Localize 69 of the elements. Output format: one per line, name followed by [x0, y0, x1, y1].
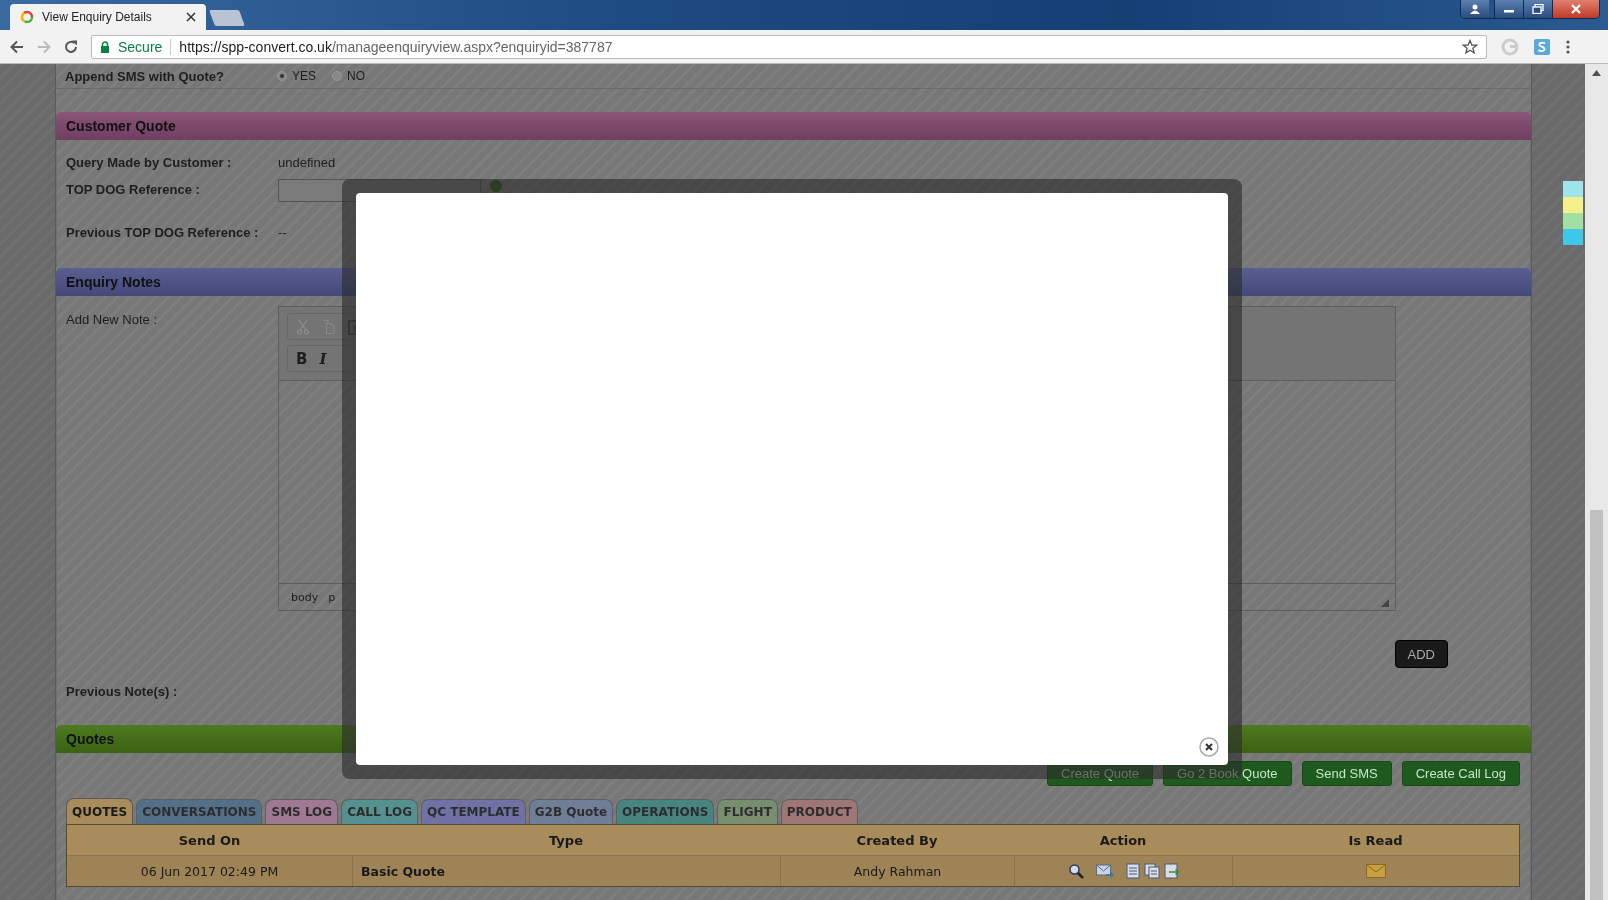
close-button[interactable]	[1552, 0, 1599, 18]
tab[interactable]: CONVERSATIONS	[136, 799, 263, 824]
tab[interactable]: OPERATIONS	[616, 799, 715, 824]
address-bar[interactable]: Secure https://spp-convert.co.uk/manageenquiryview.aspx?enquiryid=387787	[91, 34, 1487, 59]
radio-label[interactable]: NO	[347, 69, 365, 83]
field-label: TOP DOG Reference :	[66, 182, 201, 197]
tab[interactable]: CALL LOG	[341, 799, 418, 824]
search-icon[interactable]	[1067, 863, 1084, 879]
secure-label: Secure	[118, 38, 163, 55]
section-title: Quotes	[66, 731, 115, 747]
add-button[interactable]: ADD	[1394, 640, 1448, 668]
table-cell-text: 06 Jun 2017 02:49 PM	[139, 862, 280, 881]
ring-icon	[20, 10, 34, 24]
action-button[interactable]: Send SMS	[1301, 761, 1392, 786]
browser-tab[interactable]: View Enquiry Details	[10, 4, 206, 30]
column-header: Is Read	[1347, 832, 1404, 848]
new-tab-button[interactable]	[209, 10, 245, 26]
envelope-icon[interactable]	[1366, 864, 1386, 878]
menu-icon[interactable]	[1565, 38, 1571, 55]
scroll-up-icon[interactable]	[1592, 70, 1601, 76]
format-button[interactable]: B	[296, 349, 308, 368]
close-icon	[1569, 4, 1583, 14]
copy-document-icon[interactable]	[1143, 863, 1160, 879]
email-icon[interactable]	[1095, 864, 1114, 878]
restore-button[interactable]	[1523, 0, 1552, 18]
star-icon[interactable]	[1462, 38, 1478, 55]
action-button[interactable]: Create Call Log	[1401, 761, 1520, 786]
user-button[interactable]	[1461, 0, 1489, 18]
user-icon	[1469, 4, 1481, 14]
field-label: Previous Note(s) :	[66, 684, 179, 699]
restore-icon	[1532, 4, 1544, 14]
resize-grip-icon[interactable]	[1381, 599, 1389, 607]
tab[interactable]: G2B Quote	[528, 799, 614, 824]
field-label: Previous TOP DOG Reference :	[66, 224, 260, 240]
table-cell: Basic Quote	[352, 856, 780, 886]
extension-icon[interactable]	[1533, 37, 1551, 56]
format-button[interactable]: I	[319, 349, 327, 368]
radio-button[interactable]	[277, 71, 287, 81]
column-header: Action	[1098, 832, 1148, 848]
tab[interactable]: FLIGHT	[717, 799, 778, 824]
section-title: Enquiry Notes	[66, 274, 161, 290]
minimize-button[interactable]	[1494, 0, 1523, 18]
section-title: Customer Quote	[66, 118, 176, 134]
scrollbar-thumb[interactable]	[1590, 510, 1603, 900]
column-header: Type	[548, 832, 584, 848]
tab[interactable]: SMS LOG	[265, 799, 339, 824]
radio-label[interactable]: YES	[292, 69, 316, 83]
tab-title: View Enquiry Details	[42, 10, 153, 24]
document-icon[interactable]	[1125, 863, 1140, 879]
field-label: Query Made by Customer :	[66, 154, 233, 170]
action-button[interactable]: Go 2 Book Quote	[1163, 761, 1292, 786]
field-value: --	[278, 224, 287, 240]
field-value: undefined	[278, 154, 336, 170]
column-header: Created By	[855, 832, 939, 848]
field-label: Append SMS with Quote?	[65, 68, 225, 84]
export-document-icon[interactable]	[1163, 863, 1180, 879]
element-path-link[interactable]: p	[328, 590, 336, 604]
close-icon[interactable]	[186, 12, 196, 22]
lock-icon	[100, 40, 110, 53]
tab[interactable]: PRODUCT	[780, 799, 858, 824]
url-text: https://spp-convert.co.uk/manageenquiryview.aspx?enquiryid=387787	[179, 38, 614, 55]
tab[interactable]: QUOTES	[66, 798, 134, 824]
close-icon[interactable]	[1199, 737, 1219, 757]
element-path-link[interactable]: body	[291, 590, 319, 604]
table-cell: Andy Rahman	[780, 856, 1014, 886]
column-header: Send On	[177, 832, 242, 848]
tab[interactable]: QC TEMPLATE	[421, 799, 526, 824]
radio-button[interactable]	[332, 71, 342, 81]
field-label: Add New Note :	[66, 311, 159, 329]
